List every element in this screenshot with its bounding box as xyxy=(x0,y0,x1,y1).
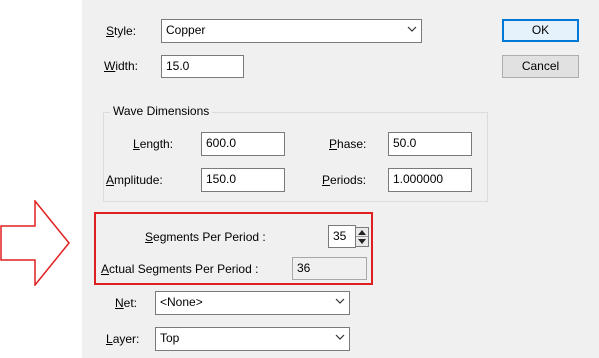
chevron-down-icon xyxy=(407,26,417,32)
chevron-down-icon xyxy=(335,298,345,304)
net-label: Net: xyxy=(115,296,138,310)
wave-dimensions-title: Wave Dimensions xyxy=(110,104,213,118)
layer-value: Top xyxy=(160,331,180,345)
layer-label: Layer: xyxy=(106,332,140,346)
phase-label: Phase: xyxy=(329,137,367,151)
segments-spinner[interactable] xyxy=(355,227,369,247)
callout-arrow-icon xyxy=(0,200,70,286)
length-input[interactable]: 600.0 xyxy=(201,132,285,156)
periods-input[interactable]: 1.000000 xyxy=(388,168,472,192)
length-label: Length: xyxy=(133,137,174,151)
spin-down-icon xyxy=(358,239,366,244)
cancel-button[interactable]: Cancel xyxy=(502,55,579,78)
amplitude-input[interactable]: 150.0 xyxy=(201,168,285,192)
style-label: Style: xyxy=(106,24,137,38)
net-combo[interactable]: <None> xyxy=(155,291,350,315)
spin-up-button[interactable] xyxy=(356,228,368,237)
net-value: <None> xyxy=(160,295,203,309)
phase-input[interactable]: 50.0 xyxy=(388,132,472,156)
style-value: Copper xyxy=(166,23,206,37)
segments-per-period-input[interactable]: 35 xyxy=(328,225,356,248)
spin-up-icon xyxy=(358,230,366,235)
periods-label: Periods: xyxy=(322,173,367,187)
wave-dialog: Style: Copper Width: 15.0 OK Cancel Wave… xyxy=(82,0,599,358)
amplitude-label: Amplitude: xyxy=(106,173,163,187)
layer-combo[interactable]: Top xyxy=(155,327,350,351)
width-input[interactable]: 15.0 xyxy=(161,55,244,78)
actual-segments-label: Actual Segments Per Period : xyxy=(101,262,259,276)
width-label: Width: xyxy=(104,59,139,73)
spin-down-button[interactable] xyxy=(356,237,368,246)
actual-segments-value: 36 xyxy=(292,257,367,280)
ok-button[interactable]: OK xyxy=(502,19,579,42)
style-combo[interactable]: Copper xyxy=(161,19,422,43)
chevron-down-icon xyxy=(335,334,345,340)
segments-per-period-label: Segments Per Period : xyxy=(145,230,266,244)
